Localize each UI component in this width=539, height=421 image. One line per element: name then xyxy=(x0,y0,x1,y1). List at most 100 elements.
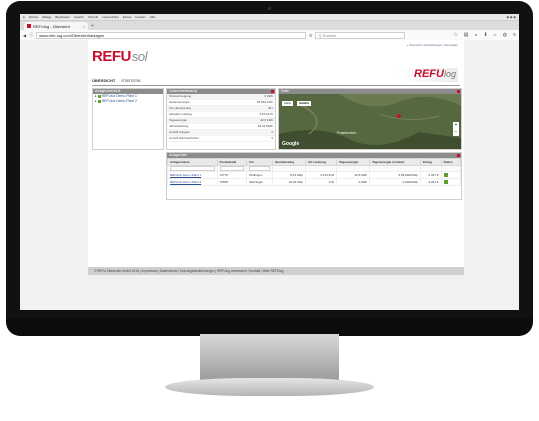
top-links[interactable]: » Übersicht | Einstellungen | Abmelden xyxy=(407,43,458,47)
map-type-satellite[interactable]: Satellit xyxy=(297,101,311,106)
apple-icon[interactable]: ● xyxy=(23,15,25,19)
cell-plz: 72770 xyxy=(216,171,248,179)
map-type-map[interactable]: Karte xyxy=(282,101,294,106)
tab-overview[interactable]: ÜBERSICHT xyxy=(92,78,115,83)
plant-icon xyxy=(97,100,101,103)
refusol-logo: REFUsol xyxy=(92,48,147,65)
address-bar[interactable]: www.refu-log.com/Übersicht/anlagen xyxy=(36,31,307,39)
menu-item-edit[interactable]: Bearbeiten xyxy=(55,15,70,19)
cell-nennleistung: 10,03 kWp xyxy=(272,178,306,186)
col-header[interactable]: Tagesenergie xyxy=(336,158,371,166)
plant-name-link[interactable]: REFUsol Demo-Plant 1 xyxy=(167,171,218,179)
system-item[interactable]: ▸ REFUsol Demo-Plant 2 xyxy=(93,99,163,104)
home-icon[interactable]: ⌂ xyxy=(494,32,497,38)
cell-ac: 0 W xyxy=(304,178,338,186)
main-nav: ÜBERSICHT STATISTIK xyxy=(92,78,141,83)
page-footer[interactable]: © REFU Elektronik GmbH 2016 | Impressum … xyxy=(88,267,464,275)
col-header[interactable]: Ort xyxy=(246,158,274,166)
col-header[interactable]: Ertrag xyxy=(419,158,442,166)
star-icon[interactable]: ☆ xyxy=(453,32,457,38)
plant-icon xyxy=(97,95,101,98)
filter-input[interactable] xyxy=(219,166,245,171)
camera-dot xyxy=(268,7,271,10)
menu-item-bookmarks[interactable]: Lesezeichen xyxy=(102,15,119,19)
filter-input[interactable] xyxy=(249,166,271,171)
cell-ertrag: 2.347 € xyxy=(419,171,442,179)
cell-plz: 72555 xyxy=(216,178,248,186)
systems-panel: Anlagenübersicht ▸ REFUsol Demo-Plant 1 ▸… xyxy=(92,88,164,150)
summary-panel-header: Zusammenfassung xyxy=(167,89,275,94)
favicon-icon xyxy=(27,24,31,28)
plants-panel-header: Anlagenliste xyxy=(167,153,461,158)
mac-menu-bar: ● Firefox Ablage Bearbeiten Ansicht Chro… xyxy=(20,14,519,21)
menu-item-help[interactable]: Hilfe xyxy=(150,15,156,19)
col-header[interactable]: Postleitzahl xyxy=(216,158,248,166)
browser-tab[interactable]: REFUlog - Übersicht × xyxy=(24,22,88,30)
tab-statistics[interactable]: STATISTIK xyxy=(121,78,141,83)
col-header[interactable]: AC Leistung xyxy=(304,158,338,166)
summary-row: Anzahl Wechselrichter 5 xyxy=(167,136,275,142)
cell-ort: Pfullingen xyxy=(246,171,274,179)
search-field[interactable]: Q Suchen xyxy=(315,31,406,39)
table-row: REFUsol Demo-Plant 2 72555 Metzingen 10,… xyxy=(167,178,462,186)
cell-normiert: 0 kWh/kWp xyxy=(369,178,421,186)
map-panel: Karte Karte Satellit Frankreich Google +… xyxy=(278,88,462,150)
new-tab-icon[interactable]: + xyxy=(91,22,94,30)
satellite-map[interactable]: Karte Satellit Frankreich Google + − xyxy=(279,94,461,149)
cell-ertrag: 4.201 € xyxy=(419,178,442,186)
plants-panel: Anlagenliste Anlagenname Postleitzahl Or… xyxy=(166,152,462,200)
web-page: » Übersicht | Einstellungen | Abmelden R… xyxy=(20,40,519,310)
back-icon[interactable]: ◀ xyxy=(23,33,26,38)
cell-tagesenergie: 42,5 kWh xyxy=(336,171,371,179)
menu-item-file[interactable]: Ablage xyxy=(42,15,51,19)
cell-ort: Metzingen xyxy=(246,178,274,186)
cell-tagesenergie: 0 kWh xyxy=(336,178,371,186)
cell-nennleistung: 8,42 kWp xyxy=(272,171,306,179)
filter-input[interactable] xyxy=(170,166,215,171)
close-panel-icon[interactable] xyxy=(457,154,460,157)
reload-icon[interactable]: ↻ xyxy=(309,33,312,38)
cell-status xyxy=(440,178,462,186)
map-label-country: Frankreich xyxy=(337,130,356,135)
status-ok-icon xyxy=(443,172,448,177)
download-icon[interactable]: ⬇ xyxy=(483,32,487,38)
toolbar-icons: ☆ ▤ ◒ ⬇ ⌂ ◍ ≡ xyxy=(453,32,516,38)
close-tab-icon[interactable]: × xyxy=(83,24,85,29)
nav-divider xyxy=(92,85,460,86)
table-row: REFUsol Demo-Plant 1 72770 Pfullingen 8,… xyxy=(167,171,462,179)
col-header[interactable]: Tagesenergie normiert xyxy=(369,158,421,166)
menu-item-view[interactable]: Ansicht xyxy=(74,15,84,19)
plants-table: Anlagenname Postleitzahl Ort Nennleistun… xyxy=(167,158,462,186)
page-container: » Übersicht | Einstellungen | Abmelden R… xyxy=(88,40,464,270)
monitor-stand-base xyxy=(165,378,374,396)
refulog-logo: REFUlog xyxy=(398,68,458,82)
menu-icon[interactable]: ≡ xyxy=(513,32,516,38)
browser-tab-bar: REFUlog - Übersicht × + xyxy=(20,21,519,30)
cell-normiert: 5,05 kWh/kWp xyxy=(369,171,421,179)
table-header-row: Anlagenname Postleitzahl Ort Nennleistun… xyxy=(167,158,462,166)
status-icons: ◉ ◉ ◉ xyxy=(506,15,516,19)
menu-item-firefox[interactable]: Firefox xyxy=(29,15,38,19)
monitor-stand-neck xyxy=(200,334,339,382)
close-panel-icon[interactable] xyxy=(271,90,274,93)
google-logo: Google xyxy=(282,141,300,147)
status-ok-icon xyxy=(443,179,448,184)
plant-name-link[interactable]: REFUsol Demo-Plant 2 xyxy=(167,178,218,186)
reader-icon[interactable]: ▤ xyxy=(464,32,469,38)
summary-panel: Zusammenfassung Stromerzeugung 0 kWh Gesa… xyxy=(166,88,276,150)
menu-item-window[interactable]: Fenster xyxy=(135,15,145,19)
chat-icon[interactable]: ◍ xyxy=(503,32,507,38)
col-header[interactable]: Nennleistung xyxy=(272,158,306,166)
zoom-control[interactable]: + − xyxy=(453,122,459,136)
pocket-icon[interactable]: ◒ xyxy=(474,32,477,38)
menu-item-tools[interactable]: Extras xyxy=(123,15,132,19)
summary-rows: Stromerzeugung 0 kWh Gesamtenergie 54.881 … xyxy=(167,94,275,142)
info-icon[interactable]: ⓘ xyxy=(29,32,33,38)
close-panel-icon[interactable] xyxy=(457,90,460,93)
screen: ● Firefox Ablage Bearbeiten Ansicht Chro… xyxy=(20,14,519,310)
col-header[interactable]: Anlagenname xyxy=(167,158,218,166)
col-header[interactable]: Status xyxy=(440,158,462,166)
menu-item-history[interactable]: Chronik xyxy=(88,15,98,19)
tab-title: REFUlog - Übersicht xyxy=(33,23,70,29)
cell-status xyxy=(440,171,462,179)
